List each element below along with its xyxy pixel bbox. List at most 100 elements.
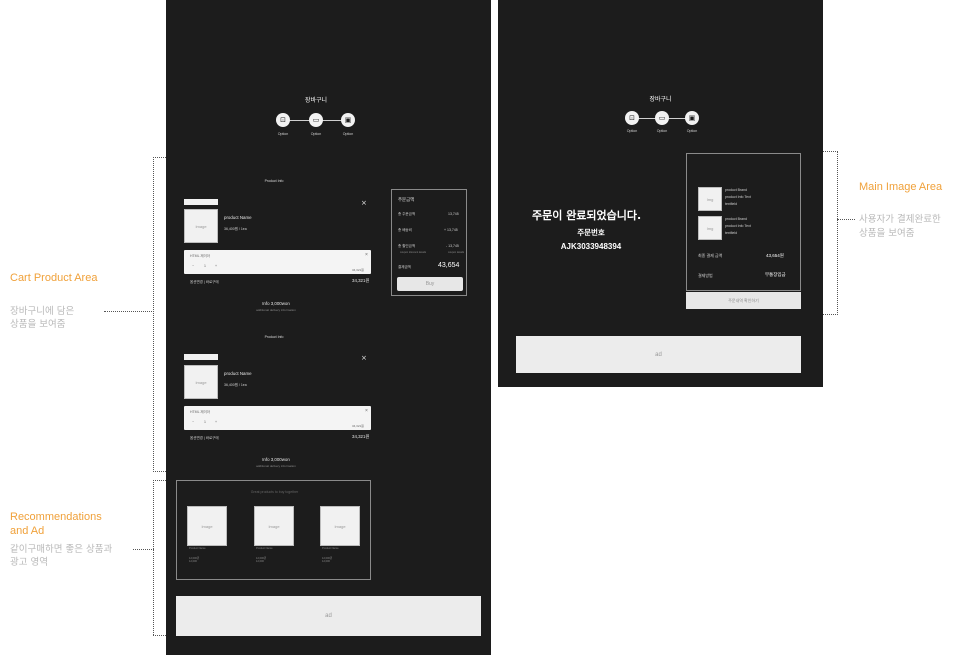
main-area-connector	[837, 219, 855, 220]
payment-method-label: 결제방법	[698, 273, 713, 278]
product-footer-actions[interactable]: 옵션변경 | 바로구매	[190, 280, 219, 285]
purchased-items-panel: Img product Brand product Info Text text…	[686, 153, 801, 291]
card-icon[interactable]: ▭	[309, 113, 323, 127]
purchased-item-info: product Info Text	[725, 224, 751, 228]
option-price: 34,321원	[352, 268, 364, 272]
rec-area-annotation-desc-2: 광고 영역	[10, 557, 48, 568]
summary-row-value: + 13,745	[444, 228, 458, 232]
product-checkbox-bar[interactable]	[184, 199, 218, 205]
cart-screen: 장바구니 ⊡ ▭ ▣ Option Option Option Product …	[166, 0, 491, 655]
buy-button[interactable]: Buy	[397, 277, 463, 291]
ad-banner[interactable]: ad	[176, 596, 481, 636]
cart-icon[interactable]: ⊡	[625, 111, 639, 125]
qty-value[interactable]: 1	[204, 420, 206, 424]
ad-banner[interactable]: ad	[516, 336, 801, 373]
main-area-bracket	[837, 151, 838, 315]
rec-area-bracket-top	[153, 480, 166, 481]
step-label: Option	[310, 132, 322, 136]
delivery-info-sub: additional delivery information	[256, 308, 296, 312]
main-area-annotation-desc-1: 사용자가 결제완료한	[859, 214, 941, 225]
main-area-bracket-top	[823, 151, 838, 152]
recommendations-panel: Great products to buy together Image Pro…	[176, 480, 371, 580]
qty-minus-button[interactable]: −	[192, 264, 194, 268]
product-image: Image	[184, 365, 218, 399]
rec-area-annotation-title-1: Recommendations	[10, 511, 102, 523]
discount-note: coupon discount details	[400, 251, 427, 254]
final-amount-value: 43,654원	[766, 253, 784, 258]
recommend-caption: Product Name	[322, 547, 339, 550]
option-box[interactable]: HTML 제이아 × − 1 + 34,321원	[184, 250, 371, 274]
page-title: 장바구니	[304, 97, 328, 104]
main-area-annotation-desc-2: 상품을 보여줌	[859, 228, 915, 239]
product-total-price: 34,321원	[352, 434, 370, 439]
remove-product-button[interactable]: ×	[361, 354, 367, 362]
order-number-label: 주문번호	[577, 228, 605, 237]
product-price-line: 36,400원 / 1ea	[224, 227, 247, 231]
main-area-bracket-bottom	[823, 314, 838, 315]
recommend-caption: Product Name	[189, 547, 206, 550]
qty-value[interactable]: 1	[204, 264, 206, 268]
purchased-item-image: Img	[698, 216, 722, 240]
cart-area-connector	[104, 311, 154, 312]
option-remove-button[interactable]: ×	[365, 252, 368, 258]
main-area-annotation-title: Main Image Area	[859, 181, 943, 193]
product-total-price: 34,321원	[352, 278, 370, 283]
qty-minus-button[interactable]: −	[192, 420, 194, 424]
page-title: 장바구니	[649, 96, 672, 103]
recommend-caption: Product Name	[256, 547, 273, 550]
summary-row-value: - 13,745	[446, 244, 459, 248]
product-section-label: Product Info	[264, 335, 284, 339]
view-order-button[interactable]: 주문내역 확인하기	[686, 292, 801, 309]
product-section-label: Product Info	[264, 179, 284, 183]
receipt-icon[interactable]: ▣	[341, 113, 355, 127]
option-remove-button[interactable]: ×	[365, 408, 368, 414]
option-label: HTML 제이아	[190, 254, 211, 258]
product-footer-actions[interactable]: 옵션변경 | 바로구매	[190, 436, 219, 441]
total-label: 결제금액	[398, 265, 411, 269]
recommend-image[interactable]: Image	[187, 506, 227, 546]
cart-area-annotation-title: Cart Product Area	[10, 272, 98, 284]
product-image: Image	[184, 209, 218, 243]
product-price-line: 36,400원 / 1ea	[224, 383, 247, 387]
rec-area-annotation-desc-1: 같이구매하면 좋은 상품과	[10, 544, 113, 555]
remove-product-button[interactable]: ×	[361, 199, 367, 207]
summary-row-label: 총 주문금액	[398, 212, 416, 216]
order-complete-headline: 주문이 완료되었습니다.	[532, 209, 642, 222]
step-label: Option	[342, 132, 354, 136]
delivery-info-sub: additional delivery information	[256, 464, 296, 468]
cart-area-annotation-desc-2: 상품을 보여줌	[10, 319, 66, 330]
step-label: Option	[686, 129, 698, 133]
product-checkbox-bar[interactable]	[184, 354, 218, 360]
product-name: product Name	[224, 215, 252, 220]
rec-area-connector	[133, 549, 154, 550]
rec-area-annotation-title-2: and Ad	[10, 525, 45, 537]
option-price: 34,321원	[352, 424, 364, 428]
payment-method-value: 무통장입금	[765, 272, 786, 277]
step-label: Option	[277, 132, 289, 136]
total-value: 43,654	[438, 262, 460, 269]
summary-title: 주문금액	[398, 197, 415, 202]
order-complete-screen: 장바구니 ⊡ ▭ ▣ Option Option Option 주문이 완료되었…	[498, 0, 823, 387]
delivery-info: Info 3,000won	[262, 457, 290, 462]
recommend-image[interactable]: Image	[320, 506, 360, 546]
cart-area-bracket-top	[153, 157, 166, 158]
summary-row-value: 13,745	[448, 212, 459, 216]
product-name: product Name	[224, 371, 252, 376]
cart-area-annotation-desc-1: 장바구니에 담은	[10, 306, 75, 317]
purchased-item-brand: product Brand	[725, 188, 747, 192]
order-summary-panel: 주문금액 총 주문금액 13,745 총 배송비 + 13,745 총 할인금액…	[391, 189, 467, 296]
card-icon[interactable]: ▭	[655, 111, 669, 125]
cart-icon[interactable]: ⊡	[276, 113, 290, 127]
recommend-image[interactable]: Image	[254, 506, 294, 546]
option-box[interactable]: HTML 제이아 × − 1 + 34,321원	[184, 406, 371, 430]
qty-plus-button[interactable]: +	[215, 264, 217, 268]
step-label: Option	[656, 129, 668, 133]
qty-plus-button[interactable]: +	[215, 420, 217, 424]
recommendations-heading: Great products to buy together	[250, 490, 299, 494]
receipt-icon[interactable]: ▣	[685, 111, 699, 125]
discount-note: coupon details	[448, 251, 465, 254]
cart-area-bracket	[153, 157, 154, 472]
recommend-sub: 12,000	[189, 560, 197, 563]
step-label: Option	[626, 129, 638, 133]
cart-area-bracket-bottom	[153, 471, 166, 472]
